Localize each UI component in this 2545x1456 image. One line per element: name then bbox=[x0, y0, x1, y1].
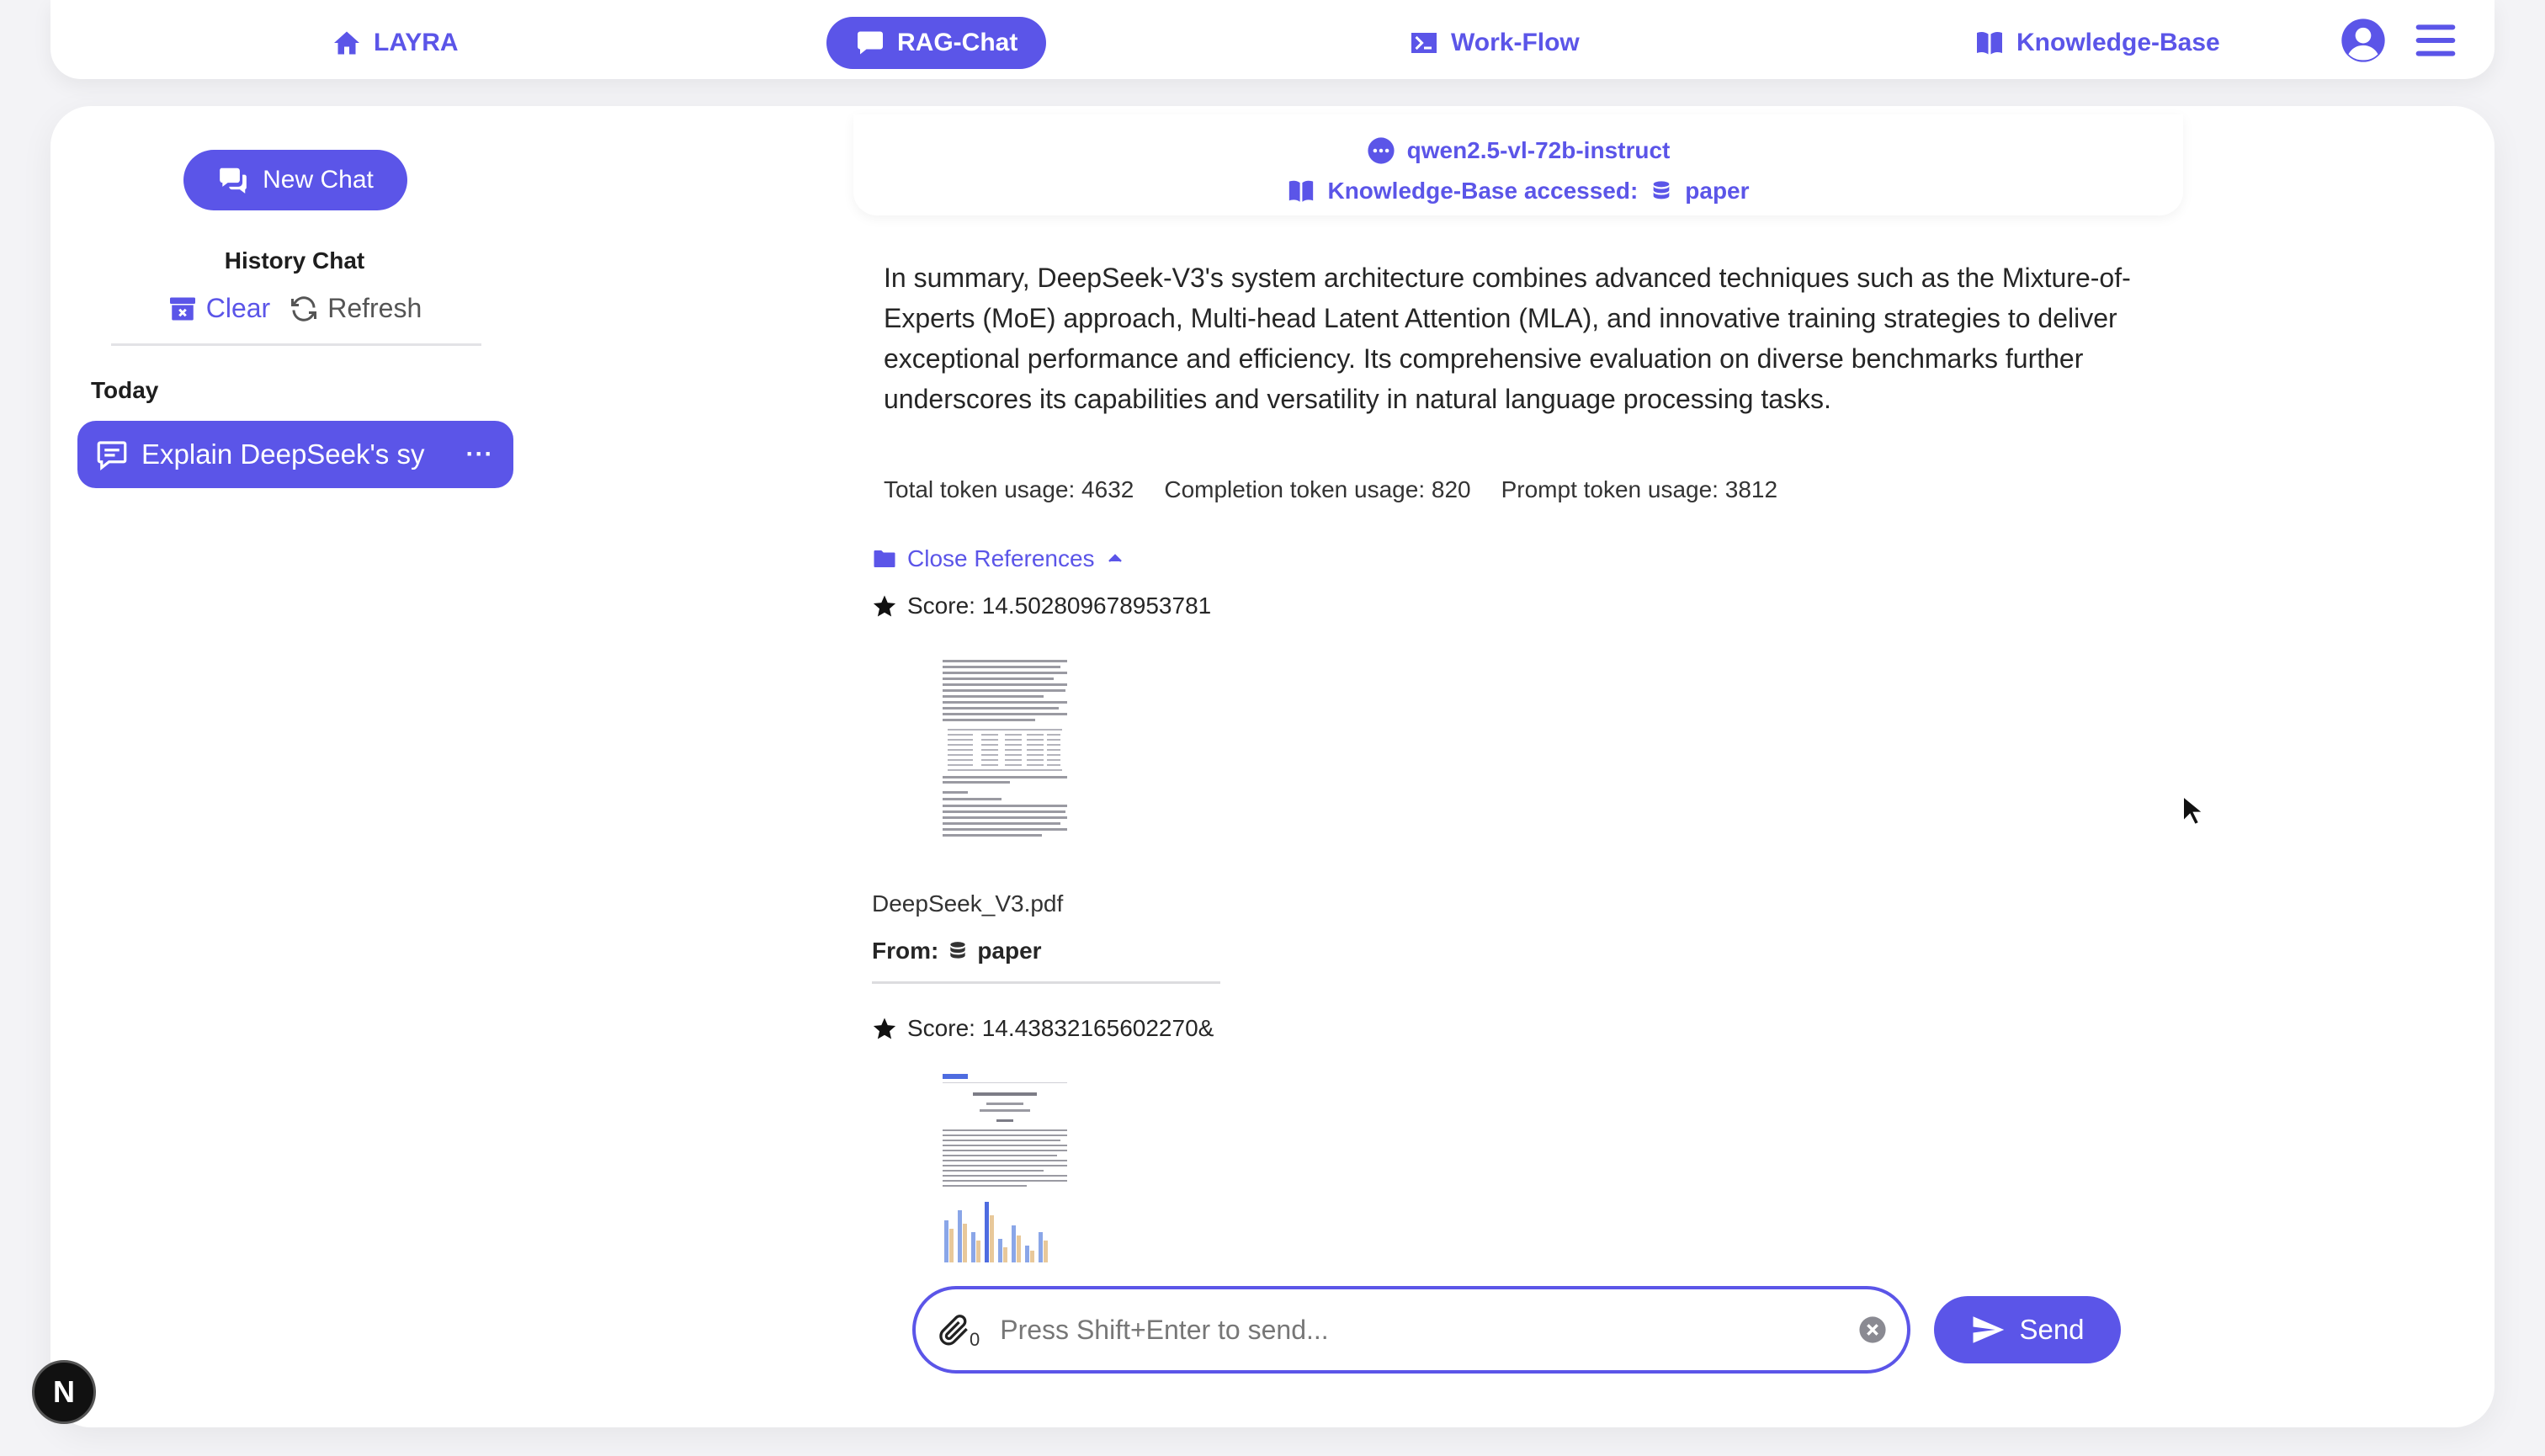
folder-icon bbox=[874, 550, 895, 567]
refresh-icon bbox=[291, 295, 317, 321]
star-icon bbox=[873, 1018, 896, 1039]
user-account-icon[interactable] bbox=[2340, 17, 2387, 64]
from-label: From: bbox=[872, 938, 939, 964]
history-chat-title: Explain DeepSeek's sy bbox=[141, 438, 425, 470]
clear-input-icon[interactable] bbox=[1858, 1315, 1887, 1344]
history-chat-title: History Chat bbox=[224, 247, 365, 274]
paperclip-icon[interactable] bbox=[936, 1311, 973, 1348]
total-token-usage: Total token usage: 4632 bbox=[884, 476, 1134, 502]
nav-knowledge-base[interactable]: Knowledge-Base bbox=[1974, 17, 2220, 69]
top-navigation: LAYRA RAG-Chat Work-Flow Knowledge-Base bbox=[50, 0, 2495, 79]
reference-file-name[interactable]: DeepSeek_V3.pdf bbox=[872, 890, 1063, 917]
nav-knowledge-base-label: Knowledge-Base bbox=[2016, 29, 2220, 56]
new-chat-label: New Chat bbox=[263, 166, 374, 194]
star-icon bbox=[873, 595, 896, 617]
divider bbox=[872, 981, 1220, 984]
archive-x-icon bbox=[169, 297, 195, 320]
nav-home-label: LAYRA bbox=[374, 29, 459, 56]
history-chat-item[interactable]: Explain DeepSeek's sy ··· bbox=[77, 421, 513, 488]
book-open-icon bbox=[1289, 180, 1314, 202]
prompt-token-usage: Prompt token usage: 3812 bbox=[1501, 476, 1778, 502]
reference-score-value: Score: 14.502809678953781 bbox=[907, 592, 1212, 619]
model-header: qwen2.5-vl-72b-instruct Knowledge-Base a… bbox=[853, 114, 2183, 215]
nav-home-layra[interactable]: LAYRA bbox=[332, 17, 459, 69]
reference-score-value: Score: 14.43832165602270& bbox=[907, 1015, 1214, 1041]
database-icon bbox=[1653, 181, 1670, 199]
badge-letter: N bbox=[53, 1374, 75, 1409]
completion-token-usage: Completion token usage: 820 bbox=[1164, 476, 1471, 502]
chat-message-icon bbox=[97, 441, 127, 471]
send-button[interactable]: Send bbox=[1934, 1296, 2121, 1363]
model-selector[interactable]: qwen2.5-vl-72b-instruct bbox=[853, 136, 2183, 165]
reference-score: Score: 14.502809678953781 bbox=[872, 592, 1225, 619]
nav-work-flow[interactable]: Work-Flow bbox=[1409, 17, 1580, 69]
kb-accessed-label: Knowledge-Base accessed: bbox=[1327, 178, 1639, 204]
reference-page-thumbnail[interactable] bbox=[939, 1067, 1071, 1264]
main-card: New Chat History Chat Clear Refresh Toda… bbox=[50, 106, 2495, 1427]
assistant-message: In summary, DeepSeek-V3's system archite… bbox=[884, 263, 2131, 414]
reference-score: Score: 14.43832165602270& bbox=[872, 1015, 1225, 1042]
chevron-up-icon bbox=[1108, 554, 1122, 562]
send-icon bbox=[1973, 1316, 2005, 1343]
close-references-label: Close References bbox=[907, 545, 1095, 571]
history-group-today: Today bbox=[91, 377, 159, 403]
kb-accessed: Knowledge-Base accessed: paper bbox=[853, 177, 2183, 205]
token-usage: Total token usage: 4632 Completion token… bbox=[884, 476, 1777, 503]
chat-bubble-icon bbox=[858, 31, 883, 55]
chat-bubbles-icon bbox=[220, 167, 247, 194]
attachment-count: 0 bbox=[970, 1329, 980, 1350]
hamburger-menu-icon[interactable] bbox=[2412, 17, 2459, 64]
history-actions: Clear Refresh bbox=[50, 293, 539, 324]
chat-input-bar: 0 bbox=[912, 1286, 1910, 1374]
nav-work-flow-label: Work-Flow bbox=[1451, 29, 1580, 56]
nextjs-dev-badge[interactable]: N bbox=[32, 1360, 96, 1424]
clear-history-button[interactable]: Clear bbox=[167, 293, 270, 324]
new-chat-button[interactable]: New Chat bbox=[183, 150, 407, 210]
reference-source: From: paper bbox=[872, 938, 1042, 964]
dots-circle-icon bbox=[1368, 137, 1395, 164]
kb-name: paper bbox=[1685, 178, 1750, 204]
terminal-icon bbox=[1411, 33, 1437, 53]
home-icon bbox=[334, 31, 359, 55]
model-name: qwen2.5-vl-72b-instruct bbox=[1406, 137, 1671, 163]
more-options-button[interactable]: ··· bbox=[463, 440, 497, 469]
reference-page-thumbnail[interactable] bbox=[939, 653, 1071, 843]
refresh-label: Refresh bbox=[327, 293, 422, 323]
refresh-history-button[interactable]: Refresh bbox=[289, 293, 422, 324]
clear-label: Clear bbox=[205, 293, 271, 323]
database-icon bbox=[950, 942, 965, 959]
mouse-cursor-icon bbox=[2182, 794, 2205, 826]
divider bbox=[111, 343, 481, 346]
message-input[interactable] bbox=[1000, 1314, 1858, 1346]
send-label: Send bbox=[2019, 1314, 2085, 1345]
from-kb-name: paper bbox=[977, 938, 1042, 964]
nav-rag-chat[interactable]: RAG-Chat bbox=[826, 17, 1047, 69]
book-open-icon bbox=[1977, 32, 2002, 55]
close-references-toggle[interactable]: Close References bbox=[872, 545, 1125, 572]
nav-rag-chat-label: RAG-Chat bbox=[897, 29, 1018, 56]
